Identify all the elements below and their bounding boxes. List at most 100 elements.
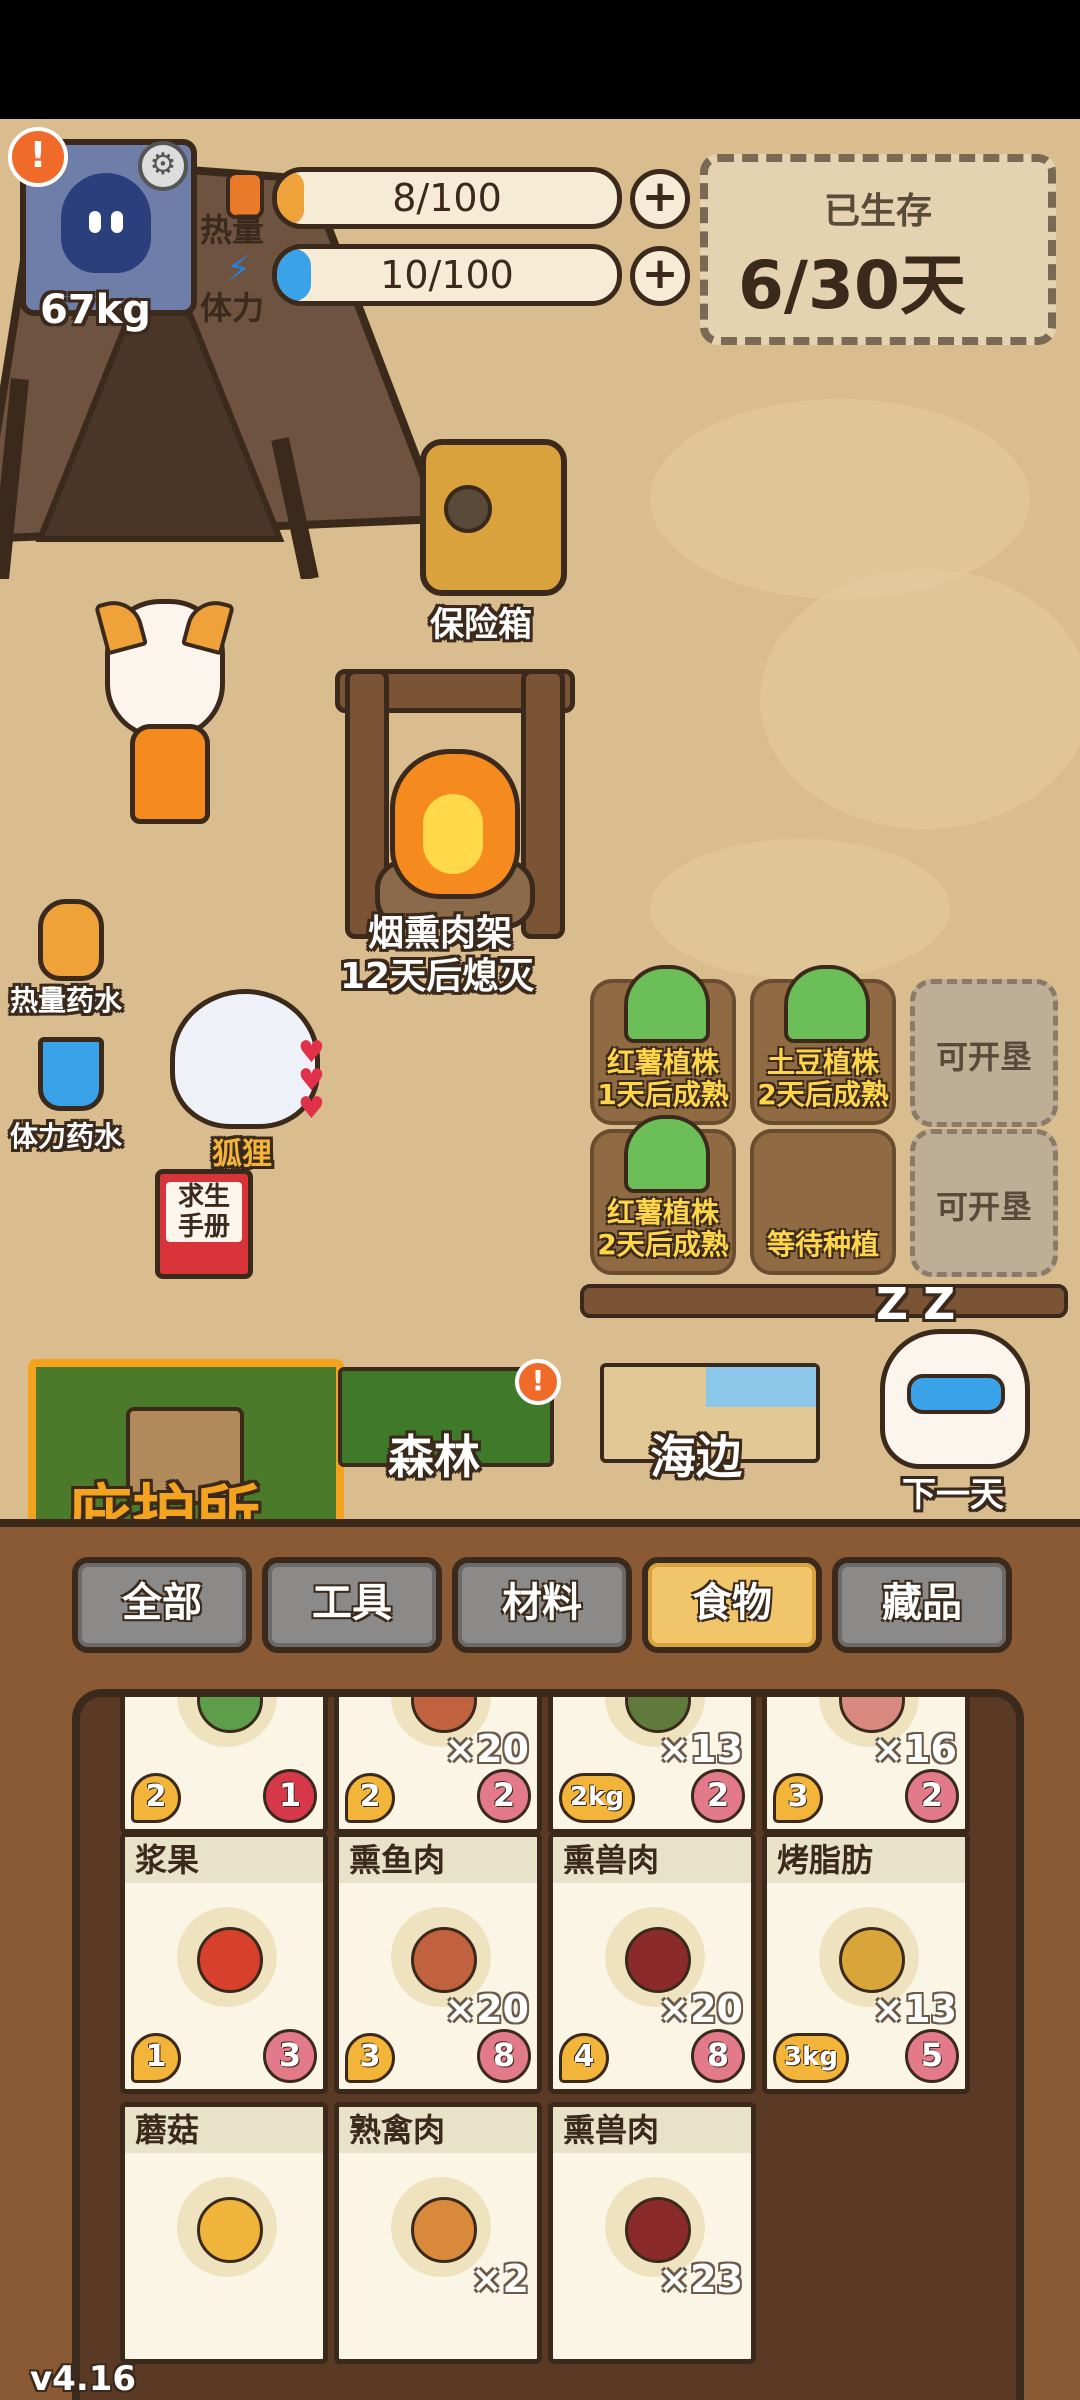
plant-leaf-icon xyxy=(624,965,710,1043)
item-name: 熏兽肉 xyxy=(553,1837,751,1883)
item-count-badge: 3 xyxy=(263,2029,317,2083)
add-calories-button[interactable]: + xyxy=(630,169,690,229)
character-dress xyxy=(130,724,210,824)
fire-core xyxy=(423,794,483,874)
add-stamina-button[interactable]: + xyxy=(630,246,690,306)
inventory-item[interactable]: 烤脂肪 ×13 3kg 5 xyxy=(762,1832,970,2094)
item-calorie-badge: 3 xyxy=(773,1773,823,1823)
item-calorie-badge: 4 xyxy=(559,2033,609,2083)
item-quantity: ×16 xyxy=(872,1727,957,1771)
item-quantity: ×2 xyxy=(470,2257,529,2301)
farm-plot-status: 1天后成熟 xyxy=(597,1078,729,1111)
item-image xyxy=(177,2177,277,2277)
calories-label: 热量 xyxy=(200,211,265,249)
item-quantity: ×13 xyxy=(658,1727,743,1771)
inventory-item[interactable]: 熏兽肉 ×20 4 8 xyxy=(548,1832,756,2094)
tab-1[interactable]: 工具 xyxy=(262,1557,442,1653)
forest-alert-icon: ! xyxy=(515,1359,561,1405)
item-count-badge: 2 xyxy=(691,1769,745,1823)
inventory-item[interactable]: ×20 2 2 xyxy=(334,1697,542,1834)
item-name: 蘑菇 xyxy=(125,2107,323,2153)
calories-bar: 8/100 xyxy=(272,167,622,229)
sea-water xyxy=(706,1367,816,1407)
item-name: 熟禽肉 xyxy=(339,2107,537,2153)
item-image xyxy=(177,1697,277,1747)
survival-manual-label: 求生 手册 xyxy=(166,1182,242,1242)
item-calorie-badge: 2 xyxy=(345,1773,395,1823)
plant-leaf-icon xyxy=(784,965,870,1043)
tab-2[interactable]: 材料 xyxy=(452,1557,632,1653)
safe-dial-icon xyxy=(444,485,492,533)
next-day-button[interactable] xyxy=(880,1329,1030,1469)
stamina-potion-icon[interactable] xyxy=(38,1037,104,1111)
tab-label: 全部 xyxy=(122,1580,202,1626)
inventory-item[interactable]: 蘑菇 xyxy=(120,2102,328,2364)
ground-patch xyxy=(650,839,950,979)
item-calorie-badge: 3kg xyxy=(773,2033,849,2083)
avatar-face xyxy=(61,173,151,273)
item-calorie-badge: 3 xyxy=(345,2033,395,2083)
player-character[interactable] xyxy=(75,594,245,859)
stamina-label: 体力 xyxy=(200,289,265,327)
item-count-badge: 8 xyxy=(477,2029,531,2083)
item-count-badge: 2 xyxy=(477,1769,531,1823)
farm-plot-label: 红薯植株 xyxy=(606,1046,719,1079)
food-icon xyxy=(197,1927,263,1993)
survival-days-sign: 已生存 6/30天 xyxy=(700,154,1056,345)
item-calorie-badge: 2kg xyxy=(559,1773,635,1823)
farm-plot-status: 2天后成熟 xyxy=(757,1078,889,1111)
item-name: 烤脂肪 xyxy=(767,1837,965,1883)
tab-0[interactable]: 全部 xyxy=(72,1557,252,1653)
stamina-potion-label: 体力药水 xyxy=(10,1120,123,1153)
item-calorie-badge: 2 xyxy=(131,1773,181,1823)
farm-plot[interactable]: 红薯植株 2天后成熟 xyxy=(590,1115,736,1275)
version-label: v4.16 xyxy=(30,2359,137,2399)
settings-gear-icon[interactable]: ⚙ xyxy=(138,141,188,191)
inventory-item[interactable]: ×13 2kg 2 xyxy=(548,1697,756,1834)
farm-plot-label: 可开垦 xyxy=(935,1038,1032,1076)
item-quantity: ×13 xyxy=(872,1987,957,2031)
safe-box[interactable] xyxy=(420,439,567,596)
fox-label: 狐狸 xyxy=(212,1137,272,1172)
safe-label: 保险箱 xyxy=(430,605,532,645)
food-icon xyxy=(197,1697,263,1733)
item-calorie-badge: 1 xyxy=(131,2033,181,2083)
inventory-item[interactable]: 熏兽肉 ×23 xyxy=(548,2102,756,2364)
sleep-mask-icon xyxy=(907,1374,1005,1414)
category-tabs: 全部 工具 材料 食物 藏品 xyxy=(72,1557,1012,1657)
farm-plot[interactable]: 土豆植株 2天后成熟 xyxy=(750,965,896,1125)
inventory-item[interactable]: ×16 3 2 xyxy=(762,1697,970,1834)
tab-label: 食物 xyxy=(692,1580,772,1626)
farm-plot-label: 等待种植 xyxy=(766,1228,879,1261)
farm-plot[interactable]: 可开垦 xyxy=(910,1129,1058,1277)
food-icon xyxy=(411,2197,477,2263)
item-count-badge: 1 xyxy=(263,1769,317,1823)
forest-label: 森林 xyxy=(388,1430,480,1484)
item-quantity: ×20 xyxy=(444,1727,529,1771)
survival-manual-book[interactable]: 求生 手册 xyxy=(155,1169,253,1279)
smoker-rack[interactable] xyxy=(335,649,575,939)
food-icon xyxy=(839,1927,905,1993)
food-icon xyxy=(411,1927,477,1993)
item-count-badge: 5 xyxy=(905,2029,959,2083)
farm-plot-label: 可开垦 xyxy=(935,1188,1032,1226)
tab-label: 材料 xyxy=(502,1580,582,1626)
seaside-label: 海边 xyxy=(650,1430,742,1484)
tab-label: 藏品 xyxy=(882,1580,962,1626)
farm-plot[interactable]: 等待种植 xyxy=(750,1129,896,1275)
stamina-bar: 10/100 xyxy=(272,244,622,306)
inventory-item[interactable]: 熟禽肉 ×2 xyxy=(334,2102,542,2364)
alert-icon[interactable]: ! xyxy=(8,127,68,187)
farm-plot-label: 土豆植株 xyxy=(766,1046,879,1079)
calorie-potion-icon[interactable] xyxy=(38,899,104,981)
calories-value: 8/100 xyxy=(392,176,502,220)
next-day-label: 下一天 xyxy=(902,1475,1004,1515)
inventory-item[interactable]: 21 xyxy=(120,1697,328,1834)
farm-plot[interactable]: 红薯植株 1天后成熟 xyxy=(590,965,736,1125)
inventory-item[interactable]: 熏鱼肉 ×20 3 8 xyxy=(334,1832,542,2094)
farm-plot[interactable]: 可开垦 xyxy=(910,979,1058,1127)
tab-label: 工具 xyxy=(312,1580,392,1626)
inventory-item[interactable]: 浆果 1 3 xyxy=(120,1832,328,2094)
tab-4[interactable]: 藏品 xyxy=(832,1557,1012,1653)
tab-3[interactable]: 食物 xyxy=(642,1557,822,1653)
